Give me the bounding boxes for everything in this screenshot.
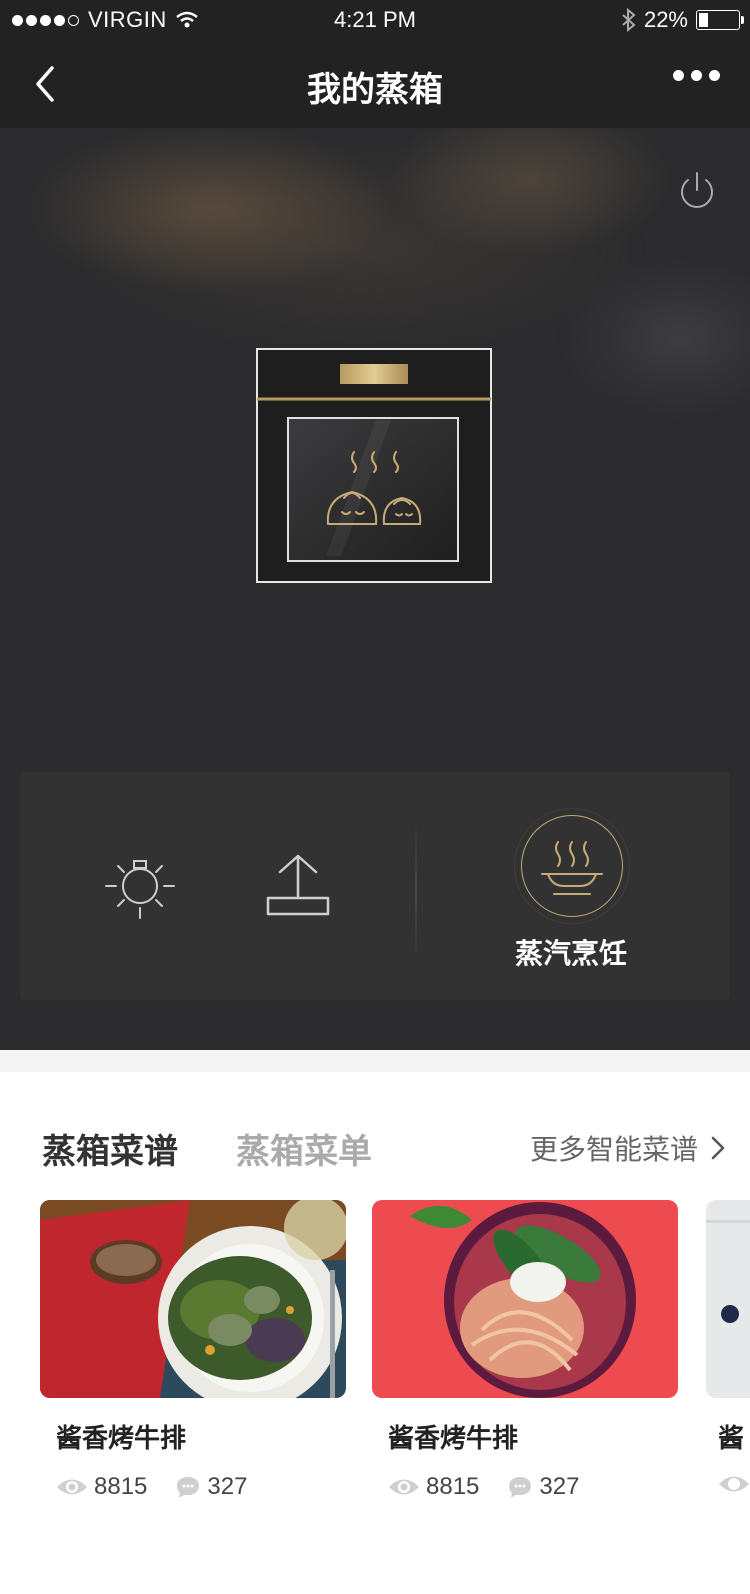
comment-icon (177, 1477, 200, 1498)
device-panel: 蒸汽烹饪 (0, 128, 750, 1050)
recipe-stats: 8815 327 (56, 1473, 346, 1501)
recipe-image (706, 1200, 750, 1398)
steam-cooking-icon (541, 841, 603, 895)
recipe-card[interactable]: 酱香烤牛排 8815 327 (372, 1200, 678, 1501)
views-value: 8815 (94, 1473, 148, 1500)
eye-icon (57, 1479, 87, 1495)
views-count: 8815 (388, 1473, 479, 1501)
comments-value: 327 (207, 1473, 248, 1500)
comments-count: 327 (507, 1473, 579, 1501)
tab-steamer-menu[interactable]: 蒸箱菜单 (236, 1124, 372, 1173)
more-smart-recipes-label: 更多智能菜谱 (529, 1133, 698, 1166)
steam-oven-illustration (256, 348, 492, 583)
more-smart-recipes-link[interactable]: 更多智能菜谱 (530, 1128, 726, 1168)
section-gap (0, 1050, 750, 1072)
recipe-stats (719, 1473, 750, 1495)
comments-count: 327 (175, 1473, 247, 1501)
page-title: 我的蒸箱 (307, 70, 443, 110)
comment-icon (509, 1477, 532, 1498)
recipe-image (40, 1200, 346, 1398)
upload-icon[interactable] (264, 852, 332, 920)
steam-cooking-button[interactable] (514, 808, 630, 924)
status-bar: VIRGIN 4:21 PM 22% (0, 0, 750, 40)
recipe-title: 酱 (718, 1424, 745, 1454)
views-count: 8815 (56, 1473, 147, 1501)
eye-icon (719, 1476, 749, 1492)
views-value: 8815 (426, 1473, 480, 1500)
recipe-title: 酱香烤牛排 (56, 1424, 187, 1454)
eye-icon (389, 1479, 419, 1495)
more-options-icon[interactable] (673, 70, 720, 81)
recipe-stats: 8815 327 (388, 1473, 678, 1501)
recipe-carousel: 酱香烤牛排 8815 327 酱香烤牛排 8815 327 酱 (0, 1200, 750, 1520)
chevron-right-icon (711, 1136, 725, 1160)
recipe-card[interactable]: 酱 (706, 1200, 750, 1495)
recipe-title: 酱香烤牛排 (388, 1424, 519, 1454)
battery-icon (696, 10, 744, 30)
bluetooth-icon (622, 8, 636, 32)
status-right: 22% (622, 7, 744, 33)
steam-cooking-label: 蒸汽烹饪 (514, 937, 627, 970)
recipe-image (372, 1200, 678, 1398)
power-icon[interactable] (676, 170, 718, 212)
nav-bar: 我的蒸箱 (0, 40, 750, 128)
comments-value: 327 (539, 1473, 580, 1500)
divider (415, 820, 417, 960)
battery-percent: 22% (643, 7, 688, 32)
control-panel: 蒸汽烹饪 (20, 772, 730, 1000)
tab-steamer-recipes[interactable]: 蒸箱菜谱 (42, 1124, 178, 1173)
recipe-card[interactable]: 酱香烤牛排 8815 327 (40, 1200, 346, 1501)
oven-light-icon[interactable] (102, 848, 178, 924)
